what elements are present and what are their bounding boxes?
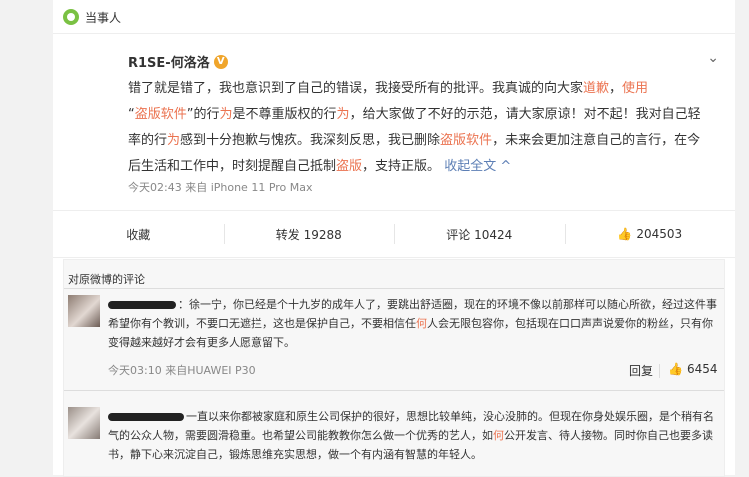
keyword-highlight: 为 xyxy=(336,107,350,122)
author-avatar[interactable] xyxy=(73,52,121,100)
thumbs-up-icon: 👍 xyxy=(668,362,683,376)
divider xyxy=(659,364,660,378)
divider xyxy=(53,33,735,34)
comment-like-count: 6454 xyxy=(686,362,718,376)
party-tag: 当事人 xyxy=(63,8,121,26)
author-name[interactable]: R1SE-何洛洛 xyxy=(128,52,210,71)
party-tag-label: 当事人 xyxy=(85,10,122,25)
commenter-avatar[interactable] xyxy=(68,407,100,439)
keyword-highlight: 使用 xyxy=(622,81,649,96)
post-text-segment: “ xyxy=(128,107,135,122)
comment-text: ：徐一宁，你已经是个十九岁的成年人了，要跳出舒适圈，现在的环境不像以前那样可以随… xyxy=(108,295,718,352)
verified-badge-icon: V xyxy=(213,54,228,69)
comment-like-button[interactable]: 👍 6454 xyxy=(668,362,718,376)
favorite-button[interactable]: 收藏 xyxy=(53,211,224,257)
commenter-name-redacted[interactable] xyxy=(108,413,184,421)
keyword-highlight: 何 xyxy=(493,429,504,442)
keyword-highlight: 盗版软件 xyxy=(134,107,187,122)
divider xyxy=(64,288,724,289)
chevron-up-icon[interactable]: ^ xyxy=(496,159,511,174)
post-meta: 今天02:43 来自 iPhone 11 Pro Max xyxy=(128,181,313,194)
comments-panel: 对原微博的评论 ：徐一宁，你已经是个十九岁的成年人了，要跳出舒适圈，现在的环境不… xyxy=(63,259,725,477)
keyword-highlight: 盗版软件 xyxy=(440,133,493,148)
author-row: R1SE-何洛洛 V xyxy=(128,52,228,71)
comment-label: 评论 10424 xyxy=(446,227,513,242)
weibo-card: 当事人 R1SE-何洛洛 V ⌄ 错了就是错了，我也意识到了自己的错误，我接受所… xyxy=(53,0,735,477)
comment-item: ：徐一宁，你已经是个十九岁的成年人了，要跳出舒适圈，现在的环境不像以前那样可以随… xyxy=(68,295,718,385)
keyword-highlight: 道歉 xyxy=(583,81,610,96)
repost-button[interactable]: 转发 19288 xyxy=(223,211,395,257)
post-text-segment: ，支持正版。 xyxy=(362,159,441,174)
keyword-highlight: 为 xyxy=(167,133,181,148)
post-text-segment: ， xyxy=(609,81,623,96)
keyword-highlight: 盗版 xyxy=(336,159,363,174)
post-text-segment: ”的行 xyxy=(186,107,220,122)
collapse-link[interactable]: 收起全文 xyxy=(444,159,496,174)
comment-text: 一直以来你都被家庭和原生公司保护的很好，思想比较单纯，没心没肺的。但现在你身处娱… xyxy=(108,407,718,464)
location-pin-icon xyxy=(63,9,79,25)
like-button[interactable]: 👍 204503 xyxy=(564,211,736,257)
keyword-highlight: 何 xyxy=(416,317,427,330)
post-body: 错了就是错了，我也意识到了自己的错误，我接受所有的批评。我真诚的向大家道歉，使用… xyxy=(128,76,708,180)
post-text-segment: 是不尊重版权的行 xyxy=(232,107,337,122)
keyword-highlight: 为 xyxy=(219,107,233,122)
commenter-name-redacted[interactable] xyxy=(108,301,176,309)
post-text-segment: 错了就是错了，我也意识到了自己的错误，我接受所有的批评。我真诚的向大家 xyxy=(128,81,584,96)
thumbs-up-icon: 👍 xyxy=(617,227,633,241)
commenter-avatar[interactable] xyxy=(68,295,100,327)
comments-title: 对原微博的评论 xyxy=(68,273,145,286)
divider xyxy=(64,390,724,391)
comment-button[interactable]: 评论 10424 xyxy=(394,211,565,257)
like-count: 204503 xyxy=(636,227,683,241)
post-text-segment: 感到十分抱歉与愧疚。我深刻反思，我已删除 xyxy=(180,133,441,148)
action-bar: 收藏 转发 19288 评论 10424 👍 204503 xyxy=(53,210,735,258)
comment-meta: 今天03:10 来自HUAWEI P30 xyxy=(108,364,256,377)
reply-button[interactable]: 回复 xyxy=(629,362,653,379)
comment-item: 一直以来你都被家庭和原生公司保护的很好，思想比较单纯，没心没肺的。但现在你身处娱… xyxy=(68,407,718,473)
chevron-down-icon[interactable]: ⌄ xyxy=(707,50,719,66)
repost-label: 转发 19288 xyxy=(275,227,342,242)
favorite-label: 收藏 xyxy=(126,227,151,242)
